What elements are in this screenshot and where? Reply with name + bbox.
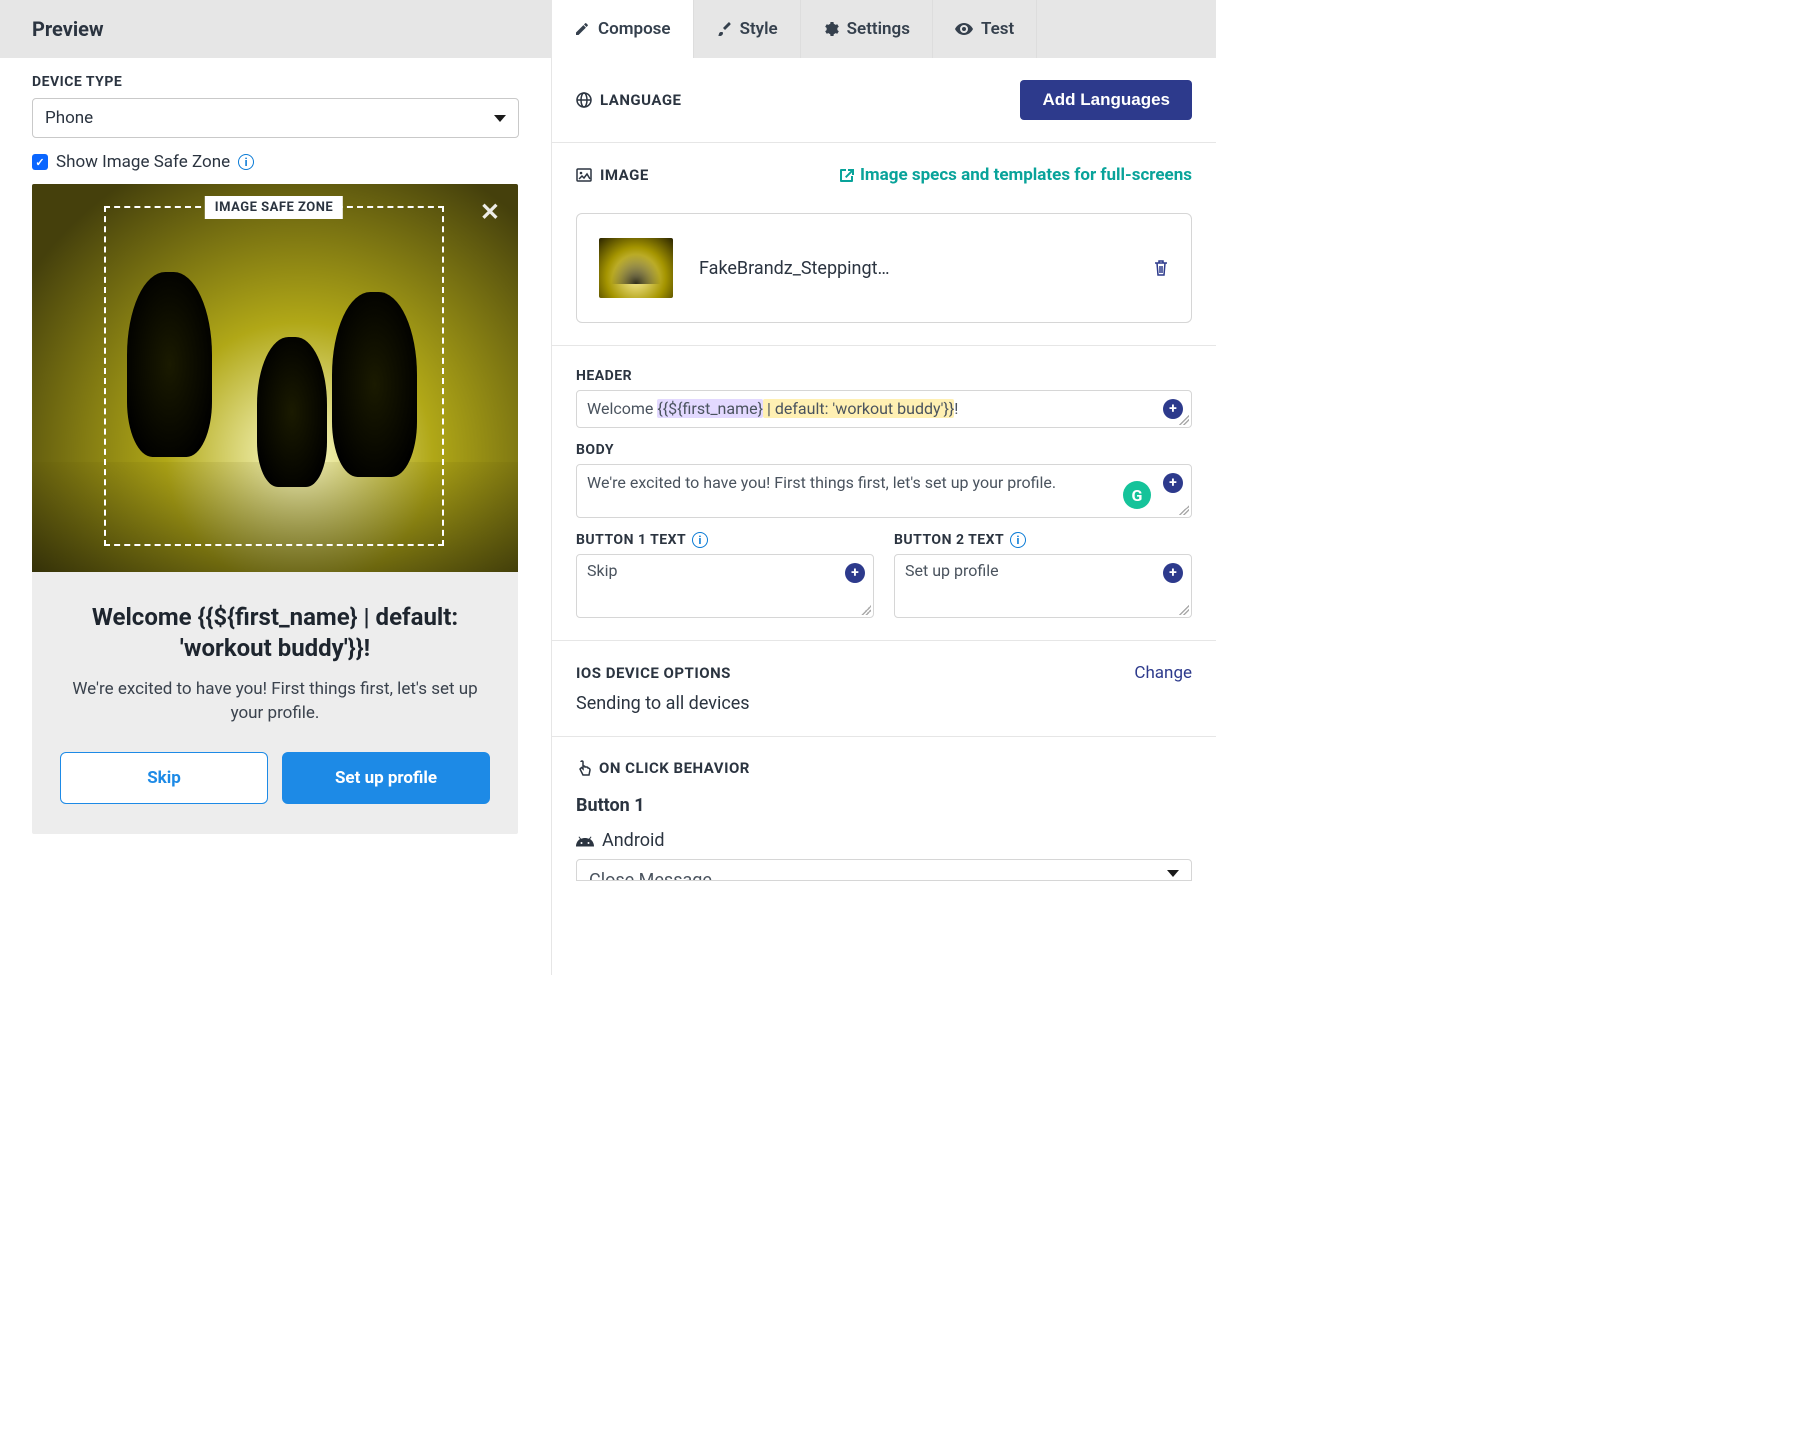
pointer-icon xyxy=(576,760,591,777)
add-personalization-icon[interactable]: + xyxy=(1163,473,1183,493)
language-title: LANGUAGE xyxy=(600,91,681,109)
resize-handle[interactable] xyxy=(861,605,871,615)
phone-preview: ✕ IMAGE SAFE ZONE Welcome {{${first_name… xyxy=(32,184,518,834)
preview-message-body: We're excited to have you! First things … xyxy=(60,678,490,726)
header-label: HEADER xyxy=(576,368,1192,384)
android-platform-label: Android xyxy=(602,830,665,851)
liquid-variable-token: {{${first_name} xyxy=(657,399,763,418)
button2-input[interactable]: Set up profile + xyxy=(894,554,1192,618)
editor-tabs: Compose Style Settings Test xyxy=(552,0,1216,58)
tab-compose[interactable]: Compose xyxy=(552,0,694,58)
resize-handle[interactable] xyxy=(1179,505,1189,515)
body-input[interactable]: We're excited to have you! First things … xyxy=(576,464,1192,518)
section-ios-options: IOS DEVICE OPTIONS Change Sending to all… xyxy=(552,641,1216,737)
preview-title: Preview xyxy=(32,17,104,41)
ios-options-text: Sending to all devices xyxy=(576,693,1192,714)
chevron-down-icon xyxy=(494,115,506,122)
trash-icon[interactable] xyxy=(1153,259,1169,277)
section-language: LANGUAGE Add Languages xyxy=(552,58,1216,143)
button1-label: BUTTON 1 TEXT i xyxy=(576,532,874,548)
device-type-label: DEVICE TYPE xyxy=(32,74,519,90)
image-specs-link[interactable]: Image specs and templates for full-scree… xyxy=(840,165,1192,185)
image-asset-card[interactable]: FakeBrandz_Steppingt… xyxy=(576,213,1192,323)
tab-style[interactable]: Style xyxy=(694,0,801,58)
close-icon[interactable]: ✕ xyxy=(480,198,500,226)
image-filename: FakeBrandz_Steppingt… xyxy=(699,258,1127,279)
preview-panel: Preview DEVICE TYPE Phone ✓ Show Image S… xyxy=(0,0,552,975)
resize-handle[interactable] xyxy=(1179,415,1189,425)
resize-handle[interactable] xyxy=(1179,605,1189,615)
device-type-value: Phone xyxy=(45,108,93,128)
liquid-default-token: | default: 'workout buddy'}} xyxy=(763,399,954,418)
info-icon[interactable]: i xyxy=(238,154,254,170)
grammarly-icon[interactable]: G xyxy=(1123,481,1151,509)
info-icon[interactable]: i xyxy=(1010,532,1026,548)
pencil-icon xyxy=(574,21,590,37)
section-on-click: ON CLICK BEHAVIOR Button 1 Android Close… xyxy=(552,737,1216,881)
globe-icon xyxy=(576,92,592,108)
eye-icon xyxy=(955,23,973,35)
gear-icon xyxy=(823,21,839,37)
chevron-down-icon xyxy=(1167,870,1179,877)
add-personalization-icon[interactable]: + xyxy=(1163,563,1183,583)
section-image: IMAGE Image specs and templates for full… xyxy=(552,143,1216,346)
preview-message-header: Welcome {{${first_name} | default: 'work… xyxy=(60,602,490,664)
button1-input[interactable]: Skip + xyxy=(576,554,874,618)
external-link-icon xyxy=(840,168,854,182)
device-type-select[interactable]: Phone xyxy=(32,98,519,138)
image-icon xyxy=(576,168,592,182)
brush-icon xyxy=(716,21,732,37)
safe-zone-checkbox-label: Show Image Safe Zone xyxy=(56,152,230,172)
header-input[interactable]: Welcome {{${first_name} | default: 'work… xyxy=(576,390,1192,428)
image-thumbnail xyxy=(599,238,673,298)
on-click-title: ON CLICK BEHAVIOR xyxy=(599,759,750,777)
safe-zone-label: IMAGE SAFE ZONE xyxy=(205,196,343,219)
preview-button-1[interactable]: Skip xyxy=(60,752,268,804)
section-content-fields: HEADER Welcome {{${first_name} | default… xyxy=(552,346,1216,641)
safe-zone-checkbox[interactable]: ✓ xyxy=(32,154,48,170)
preview-header: Preview xyxy=(0,0,551,58)
ios-options-title: IOS DEVICE OPTIONS xyxy=(576,664,731,682)
preview-button-2[interactable]: Set up profile xyxy=(282,752,490,804)
add-languages-button[interactable]: Add Languages xyxy=(1020,80,1192,120)
android-on-click-select[interactable]: Close Message xyxy=(576,859,1192,881)
safe-zone-frame: IMAGE SAFE ZONE xyxy=(104,206,444,546)
tab-test[interactable]: Test xyxy=(933,0,1037,58)
android-icon xyxy=(576,834,594,848)
on-click-button1-label: Button 1 xyxy=(576,795,1192,816)
button2-label: BUTTON 2 TEXT i xyxy=(894,532,1192,548)
image-title: IMAGE xyxy=(600,166,649,184)
body-label: BODY xyxy=(576,442,1192,458)
info-icon[interactable]: i xyxy=(692,532,708,548)
compose-panel: Compose Style Settings Test xyxy=(552,0,1216,975)
tab-settings[interactable]: Settings xyxy=(801,0,933,58)
preview-image: ✕ IMAGE SAFE ZONE xyxy=(32,184,518,572)
add-personalization-icon[interactable]: + xyxy=(845,563,865,583)
ios-options-change-link[interactable]: Change xyxy=(1134,663,1192,683)
